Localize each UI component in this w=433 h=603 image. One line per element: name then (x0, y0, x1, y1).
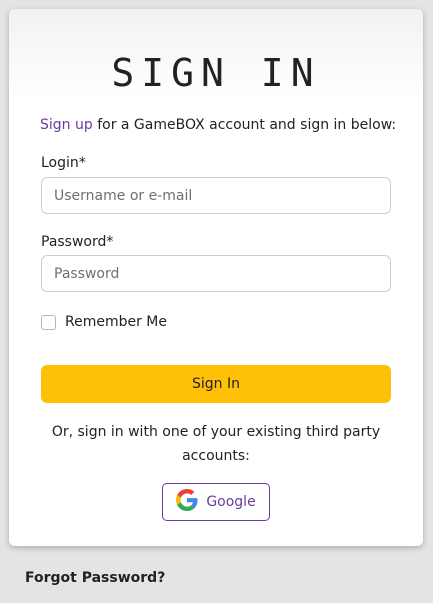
forgot-password-link[interactable]: Forgot Password? (25, 570, 165, 586)
remember-me[interactable]: Remember Me (41, 313, 167, 331)
remember-me-label: Remember Me (65, 314, 167, 330)
page-title: SIGN IN (111, 51, 321, 95)
google-icon (176, 489, 198, 515)
login-label: Login* (41, 155, 86, 171)
password-input[interactable] (41, 255, 391, 292)
remember-me-checkbox[interactable] (41, 314, 56, 330)
google-label: Google (206, 494, 256, 510)
password-label: Password* (41, 234, 114, 250)
signin-card: SIGN IN Sign up for a GameBOX account an… (9, 9, 423, 546)
sign-in-button[interactable]: Sign In (41, 365, 391, 403)
google-signin-button[interactable]: Google (162, 483, 270, 521)
login-input[interactable] (41, 177, 391, 214)
signup-intro: Sign up for a GameBOX account and sign i… (40, 117, 396, 133)
signup-intro-text: for a GameBOX account and sign in below: (92, 117, 397, 133)
third-party-text: Or, sign in with one of your existing th… (51, 424, 381, 464)
signup-link[interactable]: Sign up (40, 117, 93, 133)
